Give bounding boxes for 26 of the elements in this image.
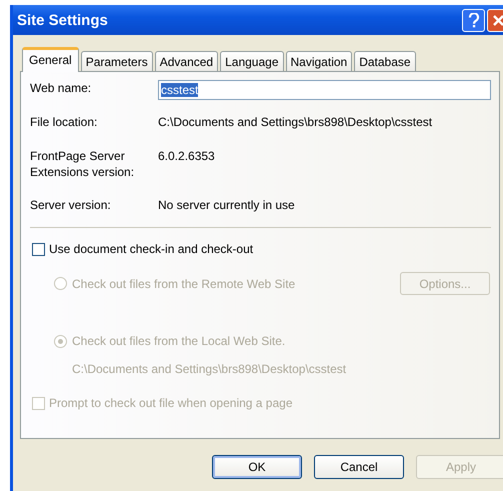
tab[interactable]: Parameters bbox=[80, 51, 153, 71]
field-value: No server currently in use bbox=[158, 197, 296, 213]
radio-label: Check out files from the Remote Web Site bbox=[72, 276, 296, 290]
field-label: Web name: bbox=[30, 80, 92, 96]
field-label: File location: bbox=[30, 114, 98, 130]
tab[interactable]: General bbox=[22, 47, 79, 72]
field-value: 6.0.2.6353 bbox=[158, 148, 216, 164]
checkbox-label: Prompt to check out file when opening a page bbox=[49, 396, 292, 410]
checkbox[interactable] bbox=[32, 242, 45, 256]
close-icon bbox=[493, 14, 503, 26]
help-icon bbox=[468, 12, 480, 28]
dialog-button[interactable]: OK bbox=[212, 455, 302, 479]
tab[interactable]: Navigation bbox=[286, 51, 352, 71]
folder-path: C:\Documents and Settings\brs898\Desktop\csstest bbox=[72, 362, 348, 376]
field-label: Server version: bbox=[30, 197, 112, 213]
dialog-button[interactable]: Cancel bbox=[314, 455, 404, 479]
checkbox-label: Use document check-in and check-out bbox=[49, 242, 254, 256]
help-button[interactable] bbox=[462, 8, 485, 32]
tab[interactable]: Advanced bbox=[154, 51, 218, 71]
input-field[interactable]: csstest bbox=[158, 80, 491, 100]
field-label: FrontPage Server Extensions version: bbox=[30, 148, 136, 180]
radio-label: Check out files from the Local Web Site. bbox=[72, 334, 286, 348]
tab[interactable]: Database bbox=[354, 51, 416, 71]
window-title: Site Settings bbox=[17, 12, 109, 28]
field-value: C:\Documents and Settings\brs898\Desktop\csstest bbox=[158, 114, 434, 130]
tab[interactable]: Language bbox=[220, 51, 284, 71]
